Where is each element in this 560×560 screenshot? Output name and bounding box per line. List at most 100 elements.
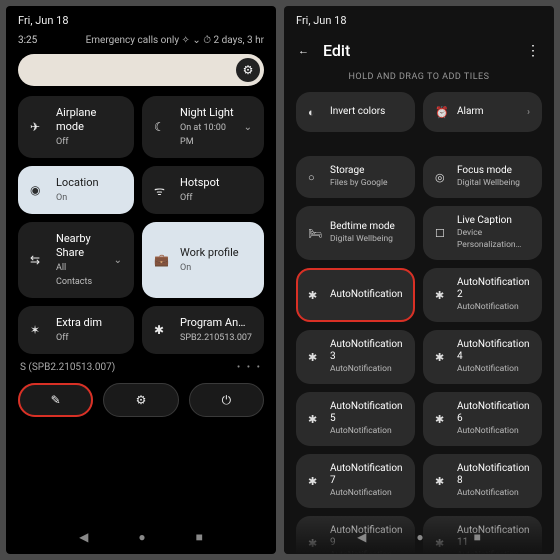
edit-tile[interactable]: ✱AutoNotification 5AutoNotification [296,392,415,446]
back-icon[interactable]: ← [298,44,309,57]
edit-tile[interactable]: ✱ AutoNotification 7AutoNotification [296,454,415,508]
chevron-right-icon: › [527,107,530,118]
tile-subtext: SPB2.210513.007 [180,333,252,343]
tile-label: AutoNotification 8AutoNotification [457,463,530,499]
tile-label: AutoNotification 6AutoNotification [457,401,530,437]
tile-subtext: AutoNotification [457,488,519,498]
edit-tile[interactable]: ✱ AutoNotification 2AutoNotification [423,268,542,322]
tile-label: LocationOn [56,176,99,204]
tile-icon: ⏰ [435,106,449,119]
qs-tile[interactable]: 💼Work profileOn [142,222,264,298]
edit-tile[interactable]: ☐Live CaptionDevice Personalization… [423,206,542,260]
qs-time: 3:25 [18,35,37,46]
tile-subtext: All Contacts [56,263,92,287]
menu-icon[interactable]: ⋮ [526,43,540,59]
tile-icon: ✱ [154,323,170,337]
qs-tile[interactable]: ◉LocationOn [18,166,134,214]
tile-label: Airplane modeOff [56,106,122,148]
tile-icon: ◎ [435,171,449,184]
tile-icon: ✱ [435,413,449,426]
tile-subtext: Off [56,333,68,343]
tile-icon: ○ [308,171,322,184]
tile-subtext: AutoNotification [330,426,392,436]
tile-icon: ☾ [154,120,170,134]
tile-icon: 💼 [154,253,170,267]
tile-icon: ✱ [308,289,322,302]
tile-icon: ✶ [30,323,46,337]
tile-subtext: AutoNotification [330,364,392,374]
tile-icon: 🛏 [308,227,322,240]
nav-recent-icon[interactable]: ■ [474,530,481,544]
tile-label: Invert colors [330,106,385,118]
pencil-icon: ✎ [51,393,61,407]
phone-right: Fri, Jun 18 ← Edit ⋮ HOLD AND DRAG TO AD… [284,6,554,554]
tile-icon: ᯤ [154,182,170,199]
brightness-toggle-icon[interactable]: ⚙ [236,58,260,82]
tile-icon: ✱ [435,351,449,364]
tile-label: HotspotOff [180,176,219,204]
edit-tile[interactable]: ⏰Alarm› [423,92,542,132]
gear-icon: ⚙ [136,393,147,407]
tile-label: AutoNotification [330,289,403,301]
edit-tile[interactable]: ○StorageFiles by Google [296,156,415,198]
power-button[interactable]: ⏻ [189,383,264,417]
qs-tile[interactable]: ✈ Airplane modeOff [18,96,134,158]
edit-tile[interactable]: ◎Focus modeDigital Wellbeing [423,156,542,198]
edit-tile[interactable]: ✱ AutoNotification [296,268,415,322]
tile-icon: ✱ [435,475,449,488]
qs-tile[interactable]: ✱ Program An…SPB2.210513.007 [142,306,264,354]
tile-label: AutoNotification 7AutoNotification [330,463,403,499]
tile-subtext: AutoNotification [457,364,519,374]
tile-subtext: Off [180,193,192,203]
qs-tile[interactable]: ⇆Nearby ShareAll Contacts⌄ [18,222,134,298]
qs-tile[interactable]: ᯤ HotspotOff [142,166,264,214]
nav-recent-icon[interactable]: ■ [196,530,203,544]
power-icon: ⏻ [222,393,232,408]
build-text: S (SPB2.210513.007) [20,362,115,373]
qs-status-text: Emergency calls only ✧ ⌄ ⏱ 2 days, 3 hr [86,35,264,46]
page-title: Edit [323,41,350,60]
tile-subtext: On [180,263,191,273]
nav-back-icon[interactable]: ◀ [79,530,88,544]
tile-label: Nearby ShareAll Contacts [56,232,104,288]
status-date: Fri, Jun 18 [6,6,276,31]
tile-subtext: On at 10:00 PM [180,123,226,147]
tile-subtext: AutoNotification [330,488,392,498]
tile-label: Bedtime modeDigital Wellbeing [330,221,395,245]
tile-label: AutoNotification 5AutoNotification [330,401,403,437]
edit-tile[interactable]: ✱ AutoNotification 8AutoNotification [423,454,542,508]
qs-tile[interactable]: ✶Extra dimOff [18,306,134,354]
tile-label: AutoNotification 3AutoNotification [330,339,403,375]
tile-section-gap [296,140,542,148]
tile-label: AutoNotification 2AutoNotification [457,277,530,313]
tile-icon: ✱ [435,289,449,302]
tile-icon: ✱ [308,475,322,488]
tile-subtext: AutoNotification [457,302,519,312]
tile-subtext: AutoNotification [330,550,392,554]
nav-back-icon[interactable]: ◀ [357,530,366,544]
edit-tile[interactable]: 🛏 Bedtime modeDigital Wellbeing [296,206,415,260]
edit-tile[interactable]: ✱AutoNotification 4AutoNotification [423,330,542,384]
tile-icon: ✈ [30,120,46,134]
edit-header: ← Edit ⋮ [284,31,554,66]
edit-button[interactable]: ✎ [18,383,93,417]
status-date: Fri, Jun 18 [284,6,554,31]
nav-home-icon[interactable]: ● [416,530,423,544]
nav-bar: ◀ ● ■ [6,530,276,544]
edit-tile[interactable]: ◐ Invert colors [296,92,415,132]
brightness-slider[interactable]: ⚙ [18,54,264,86]
qs-tiles-grid: ✈Airplane modeOff☾Night LightOn at 10:00… [6,96,276,354]
qs-tile[interactable]: ☾Night LightOn at 10:00 PM⌄ [142,96,264,158]
tile-label: Program An…SPB2.210513.007 [180,316,252,344]
edit-tile[interactable]: ✱AutoNotification 3AutoNotification [296,330,415,384]
tile-icon: ⇆ [30,253,46,267]
tile-icon: ◐ [308,106,322,119]
nav-home-icon[interactable]: ● [138,530,145,544]
phone-left: Fri, Jun 18 3:25 Emergency calls only ✧ … [6,6,276,554]
tile-subtext: Device Personalization… [457,228,521,250]
tile-subtext: Digital Wellbeing [330,234,393,244]
settings-button[interactable]: ⚙ [103,383,178,417]
edit-tile[interactable]: ✱ AutoNotification 6AutoNotification [423,392,542,446]
chevron-down-icon: ⌄ [244,122,252,133]
page-dots: • • • [237,362,262,373]
